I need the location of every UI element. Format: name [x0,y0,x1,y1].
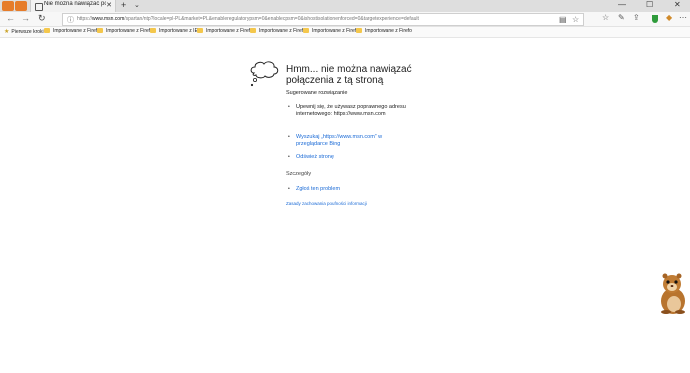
tab-aside-button[interactable] [15,1,27,11]
shield-extension-icon[interactable] [652,15,658,23]
favorite-folder[interactable]: Importowane z Firefo [356,28,412,34]
info-icon[interactable]: ⓘ [67,15,74,25]
folder-icon [150,28,156,33]
navigation-bar: ← → ↻ ⓘ https://www.msn.com/spartan/ntp?… [0,12,690,27]
folder-icon [250,28,256,33]
tab-close-icon[interactable]: ✕ [106,1,112,9]
bullet-icon: • [288,186,290,192]
minimize-button[interactable]: — [618,0,626,9]
close-window-button[interactable]: ✕ [674,0,681,9]
refresh-page-link[interactable]: Odśwież stronę [296,154,406,161]
refresh-button[interactable]: ↻ [38,13,46,24]
favorite-folder[interactable]: Importowane z Firefo [44,28,100,34]
forward-button[interactable]: → [21,13,30,23]
favorites-bar: ★ Pierwsze kroki Importowane z Firefo Imp… [0,27,690,38]
maximize-button[interactable]: ☐ [646,0,653,9]
thought-cloud-icon [250,61,279,87]
back-button[interactable]: ← [6,13,15,23]
url-text[interactable]: https://www.msn.com/spartan/ntp?locale=p… [77,16,419,22]
favorite-folder[interactable]: Importowane z Firefo [97,28,153,34]
bullet-icon: • [288,154,290,160]
folder-icon [97,28,103,33]
favorite-folder[interactable]: Importowane z Firefo [197,28,253,34]
tab-list-chevron-icon[interactable]: ⌄ [134,1,140,9]
browser-tab[interactable]: Nie można nawiązać po ✕ [30,0,116,12]
add-favorite-icon[interactable]: ☆ [572,15,579,24]
page-icon [35,3,43,11]
hamster-mascot-image [661,273,685,314]
pen-icon[interactable]: ✎ [618,13,625,22]
suggested-heading: Sugerowane rozwiązanie [286,90,348,96]
tab-preview-button[interactable] [2,1,14,11]
report-problem-link[interactable]: Zgłoś ten problem [296,186,406,193]
privacy-link[interactable]: Zasady zachowania poufności informacji [286,201,367,206]
address-bar[interactable]: ⓘ https://www.msn.com/spartan/ntp?locale… [62,13,584,26]
more-icon[interactable]: ⋯ [679,13,687,22]
reading-view-icon[interactable]: ▤ [559,15,567,24]
extension-icon[interactable]: ◆ [666,13,672,22]
suggestion-check-address: Upewnij się, że używasz poprawnego adres… [296,104,406,117]
favorites-hub-icon[interactable]: ☆ [602,13,609,22]
folder-icon [197,28,203,33]
search-bing-link[interactable]: Wyszukaj „https://www.msn.com” w przeglą… [296,134,406,148]
tab-title: Nie można nawiązać po [44,1,106,7]
folder-icon [44,28,50,33]
share-icon[interactable]: ⇪ [633,13,640,22]
new-tab-button[interactable]: + [121,0,126,10]
error-title: Hmm... nie można nawiązać połączenia z t… [286,64,412,86]
favorite-folder[interactable]: Importowane z IE [150,28,198,34]
favorite-pierwsze-kroki[interactable]: ★ Pierwsze kroki [4,28,44,35]
title-bar: Nie można nawiązać po ✕ + ⌄ — ☐ ✕ [0,0,690,12]
folder-icon [356,28,362,33]
bullet-icon: • [288,104,290,110]
favorite-folder[interactable]: Importowane z Firefo [303,28,359,34]
folder-icon [303,28,309,33]
bullet-icon: • [288,134,290,140]
star-icon: ★ [4,29,10,35]
details-heading: Szczegóły [286,171,312,177]
favorite-folder[interactable]: Importowane z Firefo [250,28,306,34]
